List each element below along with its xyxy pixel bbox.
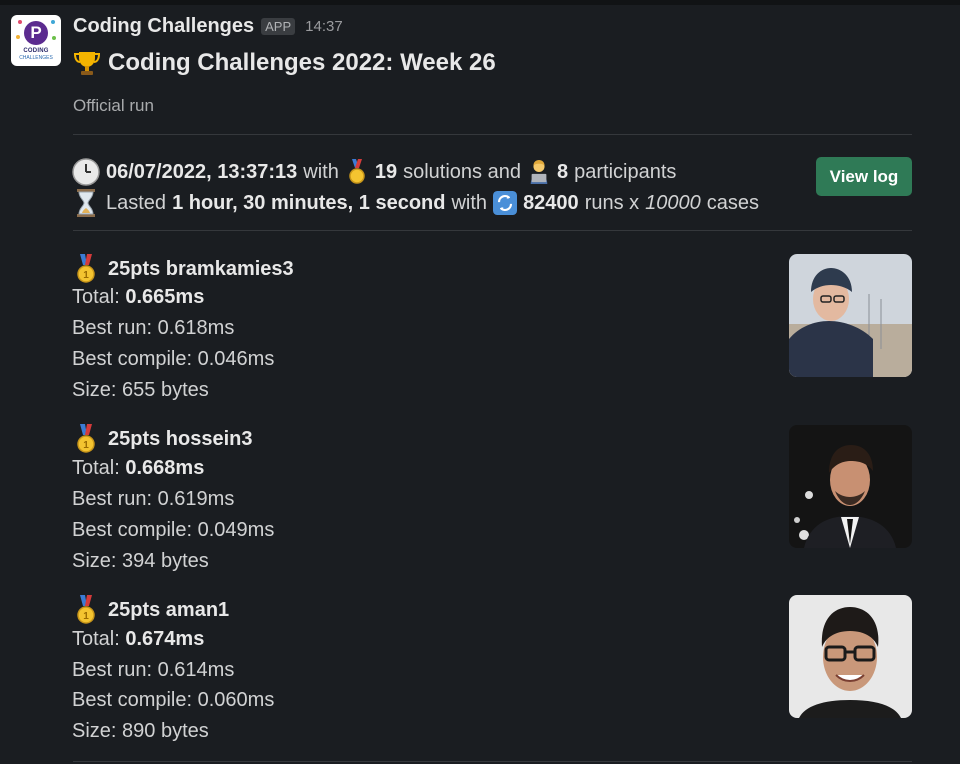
clock-icon bbox=[72, 158, 100, 186]
gold-medal-icon: 1 bbox=[72, 254, 100, 283]
message-title: Coding Challenges 2022: Week 26 bbox=[72, 48, 496, 78]
best-compile-label: Best compile: bbox=[72, 348, 193, 370]
gold-medal-icon: 1 bbox=[72, 595, 100, 624]
subtitle: Official run bbox=[73, 96, 154, 115]
size-label: Size: bbox=[72, 720, 117, 742]
best-compile-value: 0.060ms bbox=[197, 689, 275, 711]
best-compile-label: Best compile: bbox=[72, 689, 193, 711]
best-run-value: 0.619ms bbox=[157, 488, 235, 510]
view-log-button[interactable]: View log bbox=[816, 157, 912, 196]
divider bbox=[73, 761, 912, 762]
entry-title: 25pts aman1 bbox=[108, 598, 230, 621]
entry-3-best-run: Best run: 0.614ms bbox=[72, 659, 234, 682]
size-label: Size: bbox=[72, 379, 117, 401]
best-run-label: Best run: bbox=[72, 317, 153, 339]
entry-title: 25pts hossein3 bbox=[108, 427, 253, 450]
best-run-label: Best run: bbox=[72, 488, 153, 510]
entry-2-heading: 1 25pts hossein3 bbox=[72, 424, 253, 453]
best-run-value: 0.618ms bbox=[157, 317, 235, 339]
entry-3-best-compile: Best compile: 0.060ms bbox=[72, 689, 274, 712]
message-header: Coding Challenges APP 14:37 bbox=[73, 13, 343, 39]
participants-count: 8 bbox=[556, 160, 569, 183]
with-text: with bbox=[303, 160, 339, 183]
window-top-border bbox=[0, 0, 960, 5]
svg-text:1: 1 bbox=[83, 270, 89, 281]
total-value: 0.665ms bbox=[125, 286, 205, 308]
svg-text:1: 1 bbox=[83, 611, 89, 622]
entry-title: 25pts bramkamies3 bbox=[108, 257, 294, 280]
app-logo-icon: P bbox=[24, 21, 48, 45]
title-text: Coding Challenges 2022: Week 26 bbox=[108, 49, 496, 76]
lasted-label: Lasted bbox=[106, 191, 167, 214]
size-value: 890 bytes bbox=[122, 720, 209, 742]
run-date: 06/07/2022, 13:37:13 bbox=[106, 160, 298, 183]
runs-count: 82400 bbox=[523, 191, 579, 214]
technologist-icon bbox=[527, 159, 551, 185]
entry-1-best-run: Best run: 0.618ms bbox=[72, 317, 234, 340]
solutions-count: 19 bbox=[374, 160, 398, 183]
cases-count: 10000 bbox=[645, 191, 701, 214]
message-timestamp[interactable]: 14:37 bbox=[305, 18, 343, 35]
total-value: 0.674ms bbox=[125, 628, 205, 650]
entry-3-heading: 1 25pts aman1 bbox=[72, 595, 230, 624]
medal-icon bbox=[345, 159, 369, 185]
app-name-link[interactable]: Coding Challenges bbox=[73, 15, 254, 38]
entry-1-total: Total: 0.665ms bbox=[72, 286, 204, 309]
entry-1-size: Size: 655 bytes bbox=[72, 379, 209, 402]
entry-3-size: Size: 890 bytes bbox=[72, 720, 209, 743]
solutions-and-text: solutions and bbox=[403, 160, 521, 183]
repeat-icon bbox=[493, 190, 518, 216]
best-run-label: Best run: bbox=[72, 659, 153, 681]
hourglass-icon bbox=[72, 189, 100, 217]
stats-line-date: 06/07/2022, 13:37:13 with 19 solutions a… bbox=[72, 158, 676, 186]
participant-photo-1[interactable] bbox=[789, 254, 912, 377]
svg-text:1: 1 bbox=[83, 440, 89, 451]
logo-text-challenges: CHALLENGES bbox=[19, 55, 53, 61]
participant-photo-2[interactable] bbox=[789, 425, 912, 548]
duration-value: 1 hour, 30 minutes, 1 second bbox=[172, 191, 446, 214]
size-value: 394 bytes bbox=[122, 550, 209, 572]
participants-label: participants bbox=[574, 160, 677, 183]
best-compile-value: 0.049ms bbox=[197, 519, 275, 541]
entry-2-size: Size: 394 bytes bbox=[72, 550, 209, 573]
gold-medal-icon: 1 bbox=[72, 424, 100, 453]
entry-1-best-compile: Best compile: 0.046ms bbox=[72, 348, 274, 371]
app-avatar[interactable]: P CODING CHALLENGES bbox=[11, 15, 61, 66]
size-value: 655 bytes bbox=[122, 379, 209, 401]
entry-3-total: Total: 0.674ms bbox=[72, 628, 204, 651]
best-compile-label: Best compile: bbox=[72, 519, 193, 541]
total-label: Total: bbox=[72, 286, 120, 308]
divider bbox=[73, 230, 912, 231]
size-label: Size: bbox=[72, 550, 117, 572]
trophy-icon bbox=[72, 48, 102, 78]
cases-label: cases bbox=[706, 191, 760, 214]
best-run-value: 0.614ms bbox=[157, 659, 235, 681]
entry-1-heading: 1 25pts bramkamies3 bbox=[72, 254, 294, 283]
runs-x-text: runs x bbox=[584, 191, 640, 214]
best-compile-value: 0.046ms bbox=[197, 348, 275, 370]
stats-line-duration: Lasted 1 hour, 30 minutes, 1 second with… bbox=[72, 189, 759, 217]
divider bbox=[73, 134, 912, 135]
total-value: 0.668ms bbox=[125, 457, 205, 479]
total-label: Total: bbox=[72, 628, 120, 650]
entry-2-best-run: Best run: 0.619ms bbox=[72, 488, 234, 511]
entry-2-best-compile: Best compile: 0.049ms bbox=[72, 519, 274, 542]
total-label: Total: bbox=[72, 457, 120, 479]
with-text-2: with bbox=[451, 191, 488, 214]
participant-photo-3[interactable] bbox=[789, 595, 912, 718]
app-badge: APP bbox=[261, 17, 296, 35]
logo-text-coding: CODING bbox=[23, 48, 49, 54]
entry-2-total: Total: 0.668ms bbox=[72, 457, 204, 480]
